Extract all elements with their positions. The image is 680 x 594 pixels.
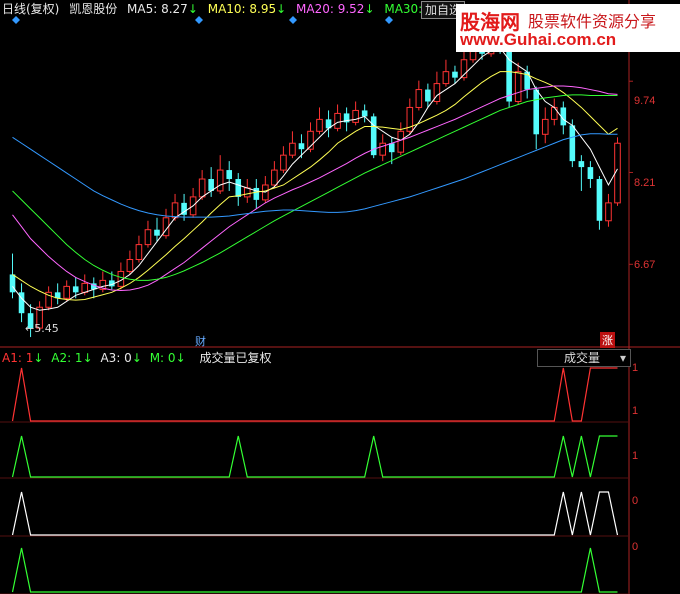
ma10-value: MA10: 8.95 xyxy=(207,2,277,16)
ma-line-ma10 xyxy=(12,71,618,301)
candle-up xyxy=(280,154,287,171)
candle-up xyxy=(171,202,179,219)
sub-axis-tick: 0 xyxy=(632,541,639,553)
candle-up xyxy=(352,109,359,123)
low-price-annotation: ←5.45 xyxy=(25,322,59,335)
sub-axis-tick: 1 xyxy=(632,450,639,462)
watermark-logo: 股海网 股票软件资源分享 www.Guhai.com.cn xyxy=(456,4,680,52)
ma-line-ma60 xyxy=(12,133,618,218)
watermark-url: www.Guhai.com.cn xyxy=(460,30,617,49)
financial-report-marker[interactable]: 财 xyxy=(195,333,206,349)
indicator-line-a2 xyxy=(11,435,618,478)
sub-axis-tick: 1 xyxy=(632,362,639,374)
candle-down xyxy=(298,143,305,150)
limit-up-marker[interactable]: 涨 xyxy=(600,332,615,348)
ma-line-ma30 xyxy=(12,94,618,281)
candle-down xyxy=(253,187,260,200)
watermark-slogan: 股票软件资源分享 xyxy=(528,12,657,31)
sub-axis-tick: 1 xyxy=(632,405,639,417)
candle-down xyxy=(578,161,585,168)
down-arrow-icon: ↓ xyxy=(364,2,375,16)
down-arrow-icon: ↓ xyxy=(82,351,93,365)
indicator-lines xyxy=(11,367,619,593)
stock-name: 凯恩股份 xyxy=(69,2,118,16)
down-arrow-icon: ↓ xyxy=(187,2,198,16)
candle-down xyxy=(569,125,576,162)
candle-up xyxy=(63,285,70,299)
down-arrow-icon: ↓ xyxy=(175,351,186,365)
candle-up xyxy=(605,202,612,222)
candle-down xyxy=(235,179,242,197)
down-arrow-icon: ↓ xyxy=(276,2,287,16)
candle-up xyxy=(442,71,450,85)
candlesticks xyxy=(9,26,621,338)
low-price-value: 5.45 xyxy=(34,322,59,335)
candle-up xyxy=(198,178,206,198)
volume-adjusted-note: 成交量已复权 xyxy=(199,351,272,365)
period-label[interactable]: 日线(复权) xyxy=(2,0,59,18)
indicator-line-m xyxy=(11,547,618,593)
candle-down xyxy=(72,286,79,293)
dropdown-arrow-icon: ▾ xyxy=(619,351,626,365)
candle-up xyxy=(243,187,251,198)
candle-up xyxy=(271,169,278,186)
candle-down xyxy=(587,167,594,180)
candle-up xyxy=(379,142,387,156)
a3-value: A3: 0 xyxy=(100,351,132,365)
price-tick: 8.21 xyxy=(634,177,656,189)
candle-down xyxy=(226,170,233,180)
ma-line-ma20 xyxy=(12,85,618,292)
candle-down xyxy=(361,110,368,117)
candle-up xyxy=(541,118,549,135)
arrow-left-icon: ← xyxy=(25,322,35,335)
chart-frame xyxy=(0,0,680,594)
candle-down xyxy=(506,47,512,102)
sub-axis-tick: 0 xyxy=(632,495,639,507)
price-tick: 9.74 xyxy=(634,95,656,107)
indicator-select-value: 成交量 xyxy=(564,351,601,365)
candle-up xyxy=(397,130,405,153)
indicator-select[interactable]: 成交量 ▾ xyxy=(537,349,631,367)
a2-value: A2: 1 xyxy=(51,351,83,365)
indicator-line-a3 xyxy=(11,491,619,536)
ma20-value: MA20: 9.52 xyxy=(296,2,365,16)
candle-up xyxy=(289,142,296,156)
candle-down xyxy=(596,179,603,221)
candle-down xyxy=(452,71,458,78)
candle-up xyxy=(334,112,341,129)
candle-up xyxy=(514,71,522,102)
price-chart[interactable] xyxy=(0,0,680,594)
ma5-value: MA5: 8.27 xyxy=(127,2,188,16)
down-arrow-icon: ↓ xyxy=(131,351,142,365)
candle-down xyxy=(388,143,395,153)
candle-up xyxy=(126,259,134,272)
candle-up xyxy=(144,229,152,246)
candle-up xyxy=(316,118,323,132)
candle-up xyxy=(81,282,89,293)
candle-up xyxy=(216,169,224,192)
candle-down xyxy=(533,89,540,135)
a1-value: A1: 1 xyxy=(2,351,34,365)
candle-down xyxy=(154,229,160,236)
indicator-line-a1 xyxy=(11,367,618,422)
candle-up xyxy=(415,89,423,108)
m-value: M: 0 xyxy=(149,351,176,365)
price-tick: 6.67 xyxy=(634,259,656,271)
candle-up xyxy=(135,244,143,261)
down-arrow-icon: ↓ xyxy=(33,351,44,365)
candle-down xyxy=(425,89,431,102)
